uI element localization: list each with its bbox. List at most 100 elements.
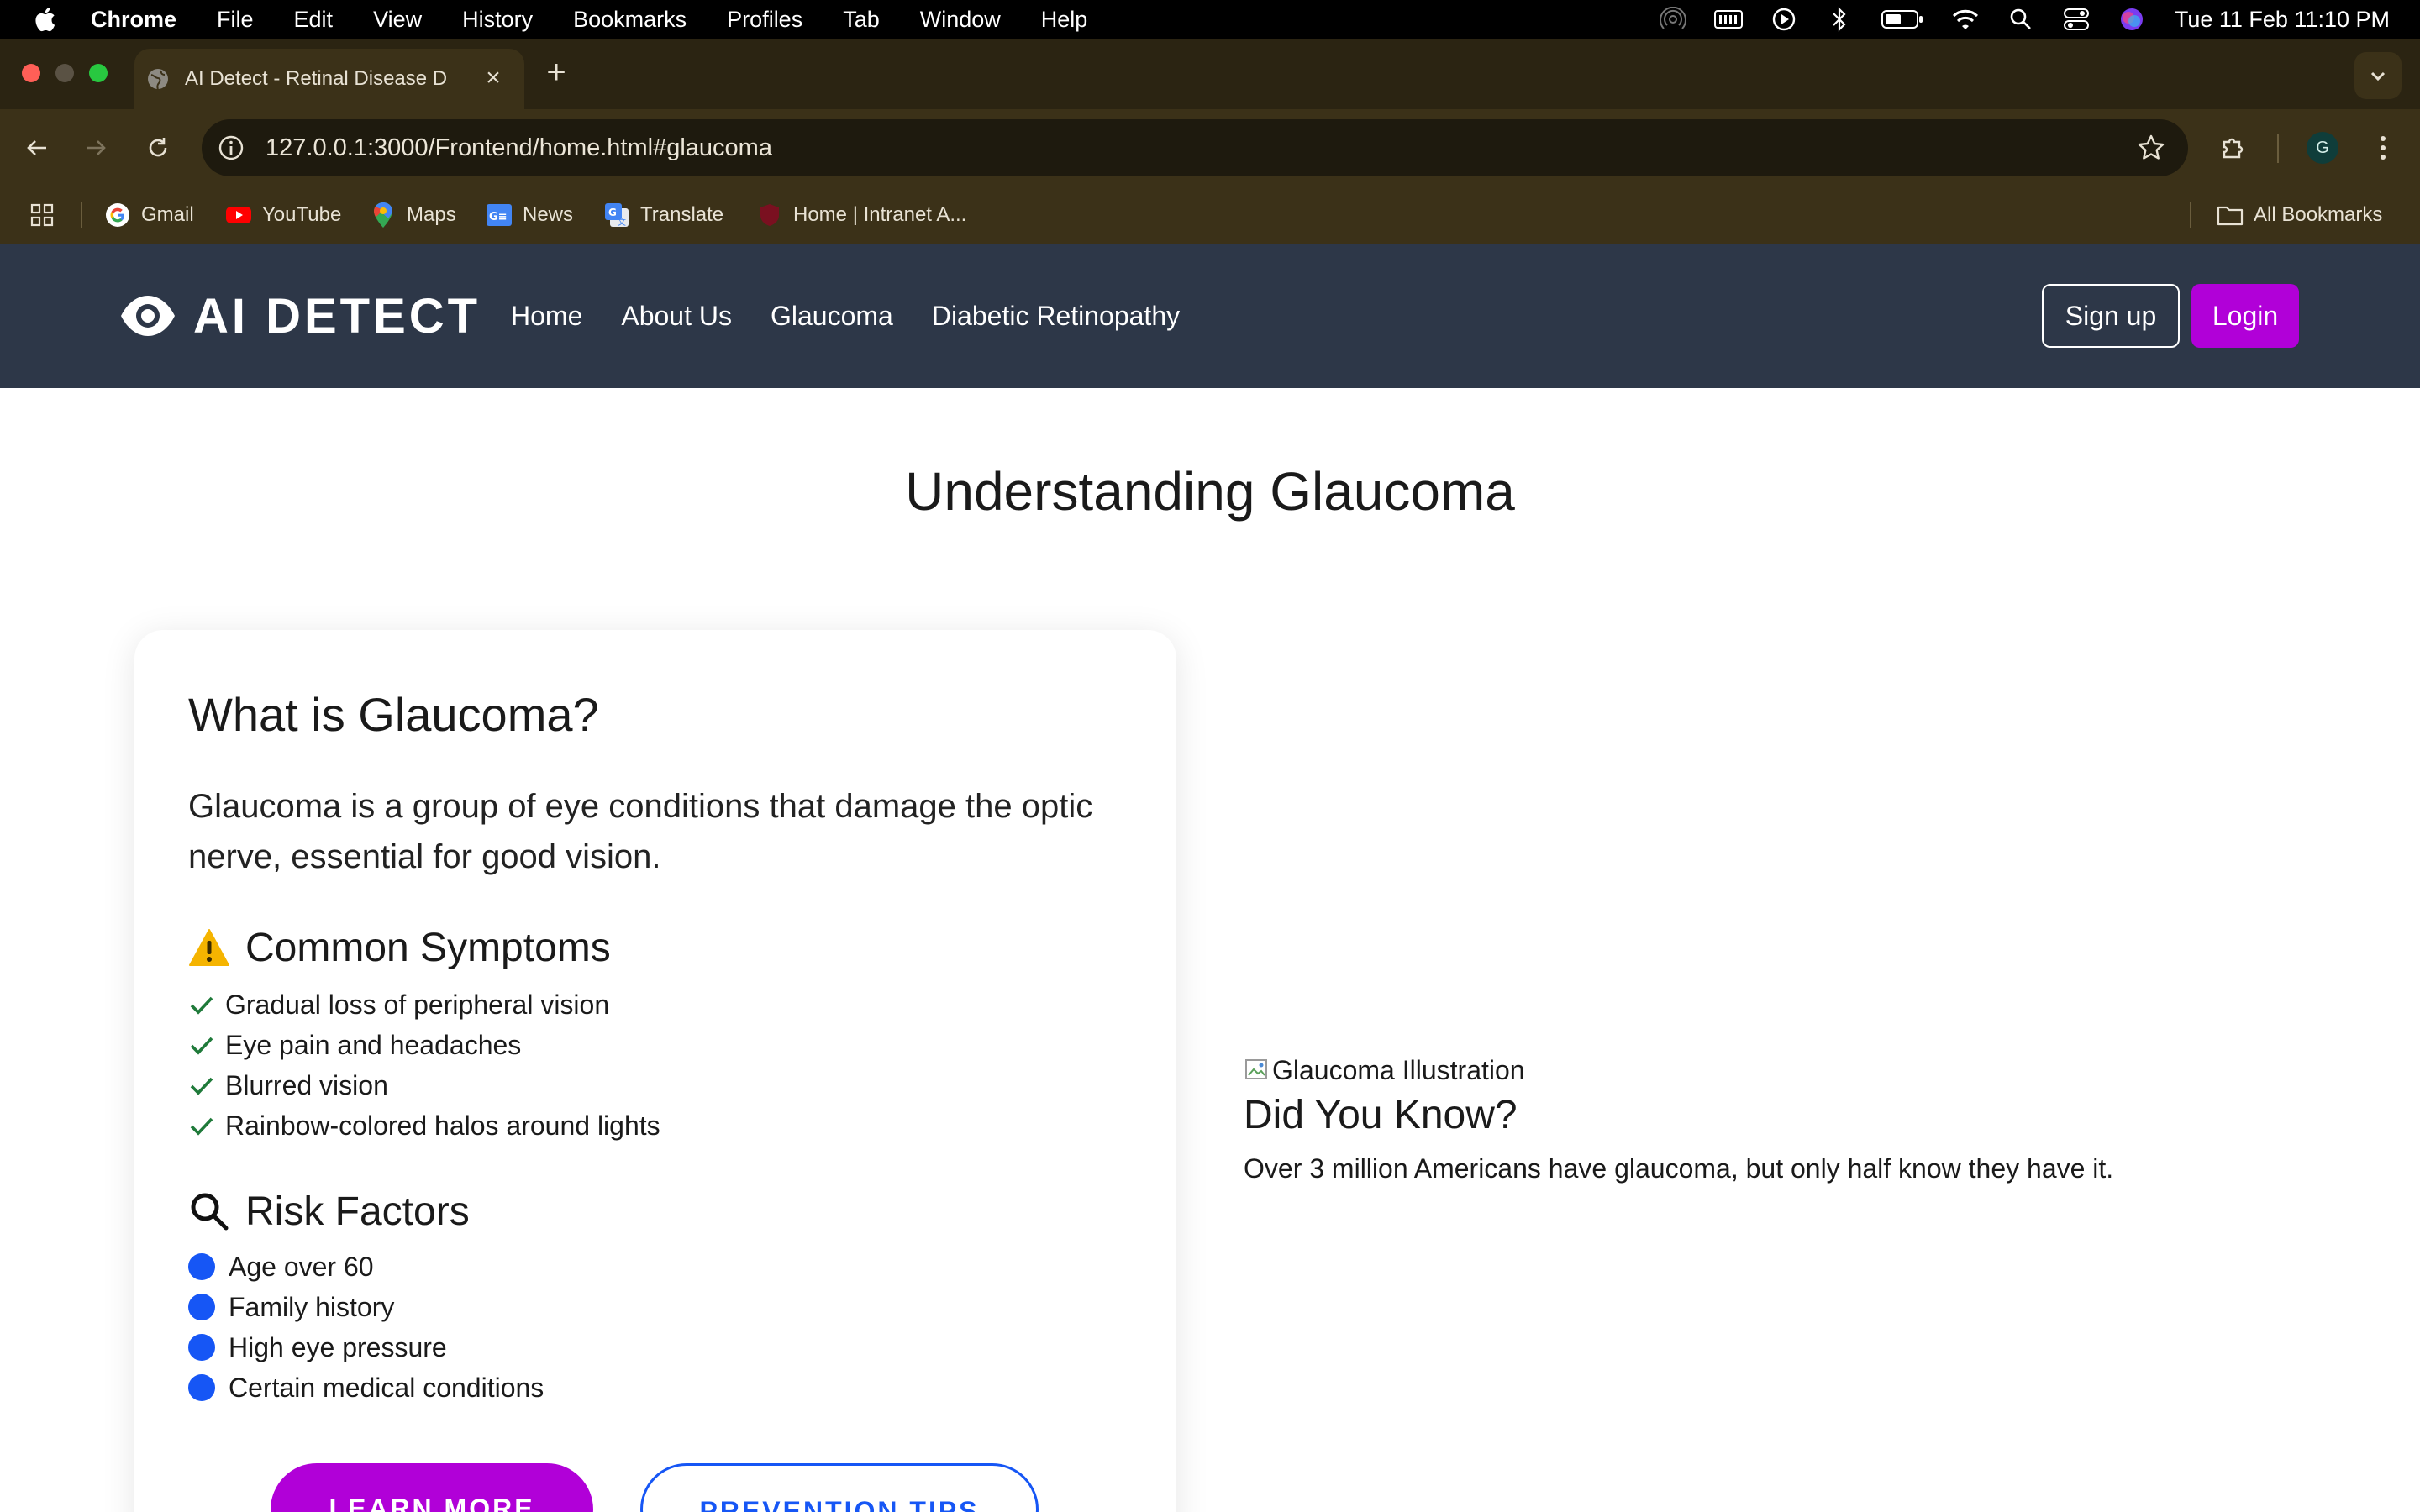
airdrop-icon[interactable] (1659, 5, 1687, 34)
tab-close-icon[interactable]: × (481, 66, 506, 91)
reload-icon (149, 138, 167, 157)
symptoms-heading-text: Common Symptoms (245, 925, 611, 970)
arrow-right-icon (87, 140, 106, 155)
siri-icon[interactable] (2118, 5, 2146, 34)
list-item: Age over 60 (188, 1247, 1113, 1287)
wifi-icon[interactable] (1951, 5, 1980, 34)
blue-dot-icon (188, 1294, 215, 1320)
chrome-menu-button[interactable] (2363, 128, 2403, 168)
symptoms-heading: Common Symptoms (188, 922, 611, 973)
active-tab[interactable]: AI Detect - Retinal Disease D × (134, 49, 524, 109)
bookmark-translate[interactable]: G文 Translate (603, 200, 723, 230)
site-navbar: AI DETECT Home About Us Glaucoma Diabeti… (0, 244, 2420, 388)
apple-icon[interactable] (32, 5, 57, 34)
maps-pin-icon (370, 202, 397, 228)
risk-text: High eye pressure (229, 1331, 447, 1362)
macos-menu-bar: Chrome File Edit View History Bookmarks … (0, 0, 2420, 39)
menu-view[interactable]: View (373, 7, 422, 33)
url-text[interactable]: 127.0.0.1:3000/Frontend/home.html#glauco… (266, 134, 772, 162)
menu-help[interactable]: Help (1041, 7, 1088, 33)
menu-window[interactable]: Window (920, 7, 1001, 33)
site-brand[interactable]: AI DETECT (119, 289, 481, 344)
all-bookmarks-button[interactable]: All Bookmarks (2217, 200, 2382, 230)
bookmark-news[interactable]: G≡ News (486, 200, 573, 230)
menu-bookmarks[interactable]: Bookmarks (573, 7, 687, 33)
menu-file[interactable]: File (217, 7, 254, 33)
folder-icon (2217, 202, 2244, 228)
address-bar[interactable]: 127.0.0.1:3000/Frontend/home.html#glauco… (202, 119, 2188, 176)
risk-factors-list: Age over 60 Family history High eye pres… (188, 1247, 1113, 1408)
menu-clock[interactable]: Tue 11 Feb 11:10 PM (2175, 7, 2390, 33)
risk-heading-text: Risk Factors (245, 1189, 470, 1234)
window-minimize-button[interactable] (55, 64, 74, 82)
nav-diabetic-retinopathy[interactable]: Diabetic Retinopathy (932, 301, 1180, 332)
tab-title: AI Detect - Retinal Disease D (185, 67, 448, 90)
window-zoom-button[interactable] (89, 64, 108, 82)
bluetooth-icon[interactable] (1825, 5, 1854, 34)
spotlight-search-icon[interactable] (2007, 5, 2035, 34)
list-item: Certain medical conditions (188, 1368, 1113, 1408)
bookmark-youtube[interactable]: YouTube (225, 200, 341, 230)
reload-button[interactable] (138, 128, 178, 168)
risk-factors-heading: Risk Factors (188, 1186, 470, 1236)
bookmark-label: News (523, 203, 574, 226)
play-circle-icon[interactable] (1770, 5, 1798, 34)
bookmark-gmail[interactable]: Gmail (104, 200, 194, 230)
nav-home[interactable]: Home (511, 301, 582, 332)
main-nav: Home About Us Glaucoma Diabetic Retinopa… (511, 296, 1218, 336)
symptom-text: Gradual loss of peripheral vision (225, 989, 610, 1020)
new-tab-button[interactable]: + (541, 55, 571, 89)
arrow-left-icon (27, 140, 46, 155)
card-heading: What is Glaucoma? (188, 688, 599, 741)
profile-button[interactable]: G (2302, 128, 2343, 168)
globe-icon (148, 69, 168, 90)
menu-tab[interactable]: Tab (843, 7, 880, 33)
battery-icon[interactable] (1881, 5, 1924, 34)
back-button[interactable] (17, 128, 57, 168)
glaucoma-illustration-image: Glaucoma Illustration (1244, 1053, 2336, 1087)
check-icon (190, 1117, 213, 1136)
bookmark-star-icon[interactable] (2136, 133, 2166, 163)
menu-history[interactable]: History (462, 7, 533, 33)
prevention-tips-button[interactable]: PREVENTION TIPS (640, 1463, 1039, 1512)
bookmarks-divider-right (2190, 202, 2191, 228)
learn-more-button[interactable]: LEARN MORE (271, 1463, 593, 1512)
browser-tab-strip: AI Detect - Retinal Disease D × + (0, 39, 2420, 109)
svg-text:G: G (608, 207, 617, 218)
nav-glaucoma[interactable]: Glaucoma (771, 301, 893, 332)
login-button[interactable]: Login (2191, 284, 2299, 348)
apps-grid-icon (30, 203, 54, 227)
bookmark-maps[interactable]: Maps (370, 200, 456, 230)
magnifier-icon (188, 1190, 230, 1232)
check-icon (190, 1037, 213, 1055)
window-close-button[interactable] (22, 64, 40, 82)
symptoms-list: Gradual loss of peripheral vision Eye pa… (188, 984, 1113, 1146)
menu-profiles[interactable]: Profiles (727, 7, 802, 33)
bookmarks-divider (81, 202, 82, 228)
list-item: Gradual loss of peripheral vision (188, 984, 1113, 1025)
memory-icon[interactable] (1713, 5, 1743, 34)
forward-button[interactable] (76, 128, 116, 168)
apps-button[interactable] (29, 200, 55, 230)
chevron-down-icon (2370, 71, 2386, 81)
did-you-know-heading: Did You Know? (1244, 1093, 1518, 1137)
control-center-icon[interactable] (2062, 5, 2091, 34)
list-item: Blurred vision (188, 1065, 1113, 1105)
tab-search-button[interactable] (2354, 52, 2402, 99)
nav-about-us[interactable]: About Us (621, 301, 732, 332)
menu-edit[interactable]: Edit (294, 7, 334, 33)
bookmark-label: Home | Intranet A... (793, 203, 967, 226)
extensions-button[interactable] (2213, 128, 2254, 168)
google-translate-icon: G文 (603, 202, 630, 228)
google-news-icon: G≡ (486, 202, 513, 228)
blue-dot-icon (188, 1374, 215, 1401)
signup-button[interactable]: Sign up (2042, 284, 2180, 348)
svg-text:G≡: G≡ (489, 211, 508, 223)
bookmark-intranet[interactable]: Home | Intranet A... (756, 200, 966, 230)
browser-toolbar: 127.0.0.1:3000/Frontend/home.html#glauco… (0, 109, 2420, 186)
google-g-icon (104, 202, 131, 228)
glaucoma-info-card: What is Glaucoma? Glaucoma is a group of… (134, 630, 1176, 1512)
site-info-icon[interactable] (217, 134, 245, 162)
eye-logo-icon (121, 296, 175, 336)
menu-app-name[interactable]: Chrome (91, 7, 176, 33)
